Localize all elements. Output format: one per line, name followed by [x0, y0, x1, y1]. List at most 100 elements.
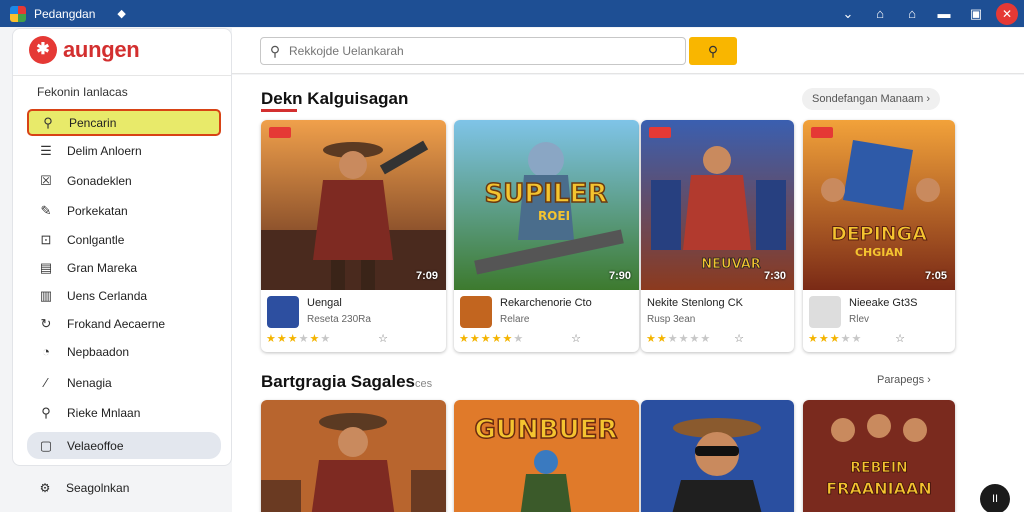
sidebar-item-label: Velaeoffoe — [67, 438, 124, 453]
refresh-icon: ↻ — [40, 315, 52, 331]
sidebar-item-lock[interactable]: ⊡ Conlgantle — [27, 226, 221, 253]
sidebar-item-chat[interactable]: ◔ Nepbaadon — [27, 338, 221, 365]
game-artwork: NEUVAR — [641, 120, 794, 290]
sidebar-item-label: Conlgantle — [67, 232, 125, 247]
game-thumbnail — [809, 296, 841, 328]
rating-stars: ★★★★★★ — [266, 333, 332, 345]
artwork-title: GUNBUER — [475, 415, 618, 445]
promo-badge — [811, 127, 833, 138]
sidebar-item-settings[interactable]: ⚙ Seagolnkan — [26, 476, 220, 500]
favorite-icon[interactable]: ☆ — [571, 332, 581, 345]
sidebar-item-label: Seagolnkan — [66, 481, 130, 495]
artwork-subtitle: ROEI — [538, 209, 570, 223]
artwork-title: DEPINGA — [831, 223, 927, 245]
chevron-icon[interactable]: ⌄ — [832, 6, 864, 22]
logo-icon: ✱ — [29, 36, 57, 64]
clipboard-icon: ▢ — [39, 437, 53, 453]
sidebar-item-tag[interactable]: ✎ Porkekatan — [27, 197, 221, 224]
see-all-link[interactable]: Parapegs › — [877, 374, 931, 386]
sidebar-item-search[interactable]: ⚲ Pencarin — [27, 109, 221, 136]
game-name: Rekarchenorie Cto — [500, 297, 592, 309]
rating-stars: ★★★★★ — [808, 333, 863, 345]
favorite-icon[interactable]: ☆ — [895, 332, 905, 345]
see-all-label: Parapegs — [877, 374, 925, 386]
titlebar-controls: ⌄ ⌂ ⌂ ▬ ▣ ✕ — [832, 0, 1024, 27]
game-card[interactable]: DEPINGA CHGIAN 7:05 Nieeake Gt3S Rlev ★★… — [803, 120, 955, 352]
sidebar-item-label: Frokand Aecaerne — [67, 316, 166, 331]
game-card[interactable] — [641, 400, 794, 512]
duration-label: 7:30 — [763, 270, 786, 282]
section-title: Dekn Kalguisagan — [261, 89, 409, 112]
game-subtitle: Rusp 3ean — [647, 314, 696, 325]
game-card[interactable]: NEUVAR 7:30 Nekite Stenlong CK Rusp 3ean… — [641, 120, 794, 352]
rating-stars: ★★★★★★ — [459, 333, 525, 345]
sidebar: ✱ aungen Fekonin Ianlacas ⚲ Pencarin ☰ D… — [12, 28, 232, 466]
game-artwork — [641, 400, 794, 512]
pause-icon: II — [991, 493, 999, 505]
logo-text: aungen — [63, 37, 140, 62]
x-box-icon: ☒ — [40, 172, 52, 188]
game-card[interactable]: SUPILER ROEI 7:90 Rekarchenorie Cto Rela… — [454, 120, 639, 352]
game-name: Uengal — [307, 297, 342, 309]
game-thumbnail — [267, 296, 299, 328]
game-card[interactable]: 7:09 Uengal Reseta 230Ra ★★★★★★ ☆ — [261, 120, 446, 352]
book-icon: ▥ — [39, 287, 53, 303]
home-icon[interactable]: ⌂ — [864, 6, 896, 21]
restore-icon[interactable]: ▣ — [960, 6, 992, 22]
sidebar-item-calendar[interactable]: ▤ Gran Mareka — [27, 254, 221, 281]
sidebar-item-label: Nepbaadon — [67, 344, 130, 359]
search-input[interactable] — [289, 44, 669, 58]
main-content: Dekn Kalguisagan Sondefangan Manaam › 7:… — [232, 75, 1024, 512]
window-title: Pedangdan — [34, 6, 96, 21]
game-subtitle: Rlev — [849, 314, 870, 325]
favorite-icon[interactable]: ☆ — [734, 332, 744, 345]
artwork-title: NEUVAR — [701, 257, 761, 272]
chat-icon: ◔ — [42, 344, 50, 359]
game-artwork: REBEIN FRAANIAAN — [803, 400, 955, 512]
game-card[interactable] — [261, 400, 446, 512]
list-icon: ☰ — [40, 142, 52, 158]
sidebar-item-label: Uens Cerlanda — [67, 288, 148, 303]
artwork-subtitle: FRAANIAAN — [826, 479, 932, 498]
sidebar-divider — [13, 75, 231, 76]
sidebar-heading: Fekonin Ianlacas — [37, 85, 128, 99]
calendar-icon: ▤ — [39, 259, 53, 275]
game-artwork — [261, 120, 446, 290]
pin-icon[interactable]: ◆ — [117, 7, 125, 20]
section-title-text: Bartgragia Sagales — [261, 372, 416, 391]
house-icon[interactable]: ⌂ — [896, 6, 928, 21]
artwork-title: REBEIN — [850, 460, 908, 476]
close-icon[interactable]: ✕ — [996, 2, 1018, 25]
menu-icon[interactable]: ▬ — [928, 6, 960, 21]
game-card[interactable]: REBEIN FRAANIAAN — [803, 400, 955, 512]
lock-icon: ⊡ — [40, 231, 52, 247]
sidebar-item-x[interactable]: ☒ Gonadeklen — [27, 167, 221, 194]
artwork-title: SUPILER — [485, 179, 608, 209]
sidebar-item-clipboard[interactable]: ▢ Velaeoffoe — [27, 432, 221, 459]
app-icon — [10, 5, 26, 22]
game-name: Nieeake Gt3S — [849, 297, 918, 309]
game-artwork: GUNBUER — [454, 400, 639, 512]
sidebar-item-refresh[interactable]: ↻ Frokand Aecaerne — [27, 310, 221, 337]
artwork-subtitle: CHGIAN — [855, 246, 903, 259]
pause-button[interactable]: II — [980, 484, 1010, 512]
see-all-link[interactable]: Sondefangan Manaam › — [802, 88, 941, 110]
sidebar-item-label: Porkekatan — [67, 203, 128, 218]
search-button[interactable]: ⚲ — [689, 37, 737, 65]
sidebar-item-magnifier[interactable]: ⚲ Rieke Mnlaan — [27, 399, 221, 426]
section-title: Bartgragia Sagalesces — [261, 372, 432, 392]
sidebar-item-book[interactable]: ▥ Uens Cerlanda — [27, 282, 221, 309]
sidebar-item-list[interactable]: ☰ Delim Anloern — [27, 137, 221, 164]
sidebar-item-pen[interactable]: ⁄ Nenagia — [27, 369, 221, 396]
search-icon: ⚲ — [269, 42, 281, 59]
see-all-label: Sondefangan Manaam — [812, 93, 924, 105]
game-name: Nekite Stenlong CK — [647, 297, 743, 309]
top-bar: ⚲ ⚲ — [232, 28, 1024, 74]
brand-logo[interactable]: ✱ aungen — [29, 36, 140, 64]
game-card[interactable]: GUNBUER — [454, 400, 639, 512]
pen-icon: ⁄ — [44, 375, 48, 390]
favorite-icon[interactable]: ☆ — [378, 332, 388, 345]
game-artwork: DEPINGA CHGIAN — [803, 120, 955, 290]
sidebar-item-label: Gran Mareka — [67, 260, 138, 275]
duration-label: 7:09 — [415, 270, 438, 282]
